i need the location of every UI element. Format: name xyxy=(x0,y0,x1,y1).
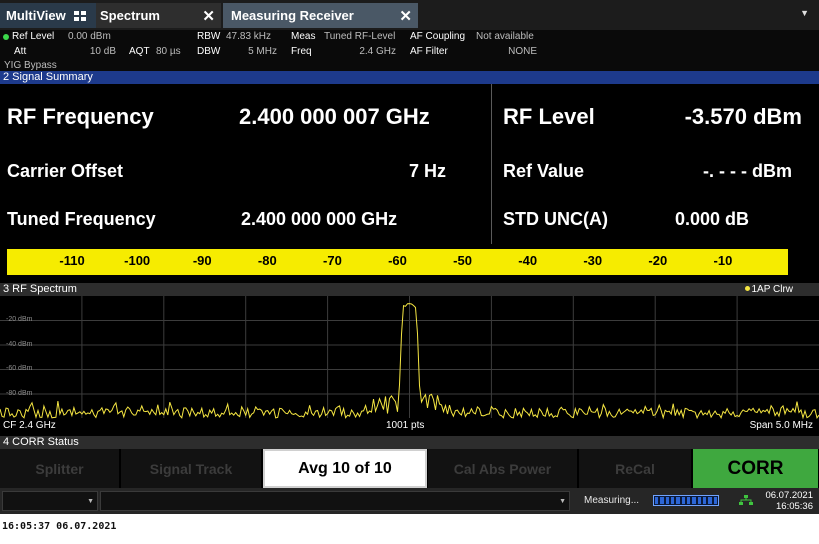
status-time: 16:05:36 xyxy=(776,501,813,512)
sweep-points-label: 1001 pts xyxy=(386,420,425,431)
rf-level-label: RF Level xyxy=(503,104,595,129)
network-icon[interactable] xyxy=(739,495,753,506)
y-tick-label: -20 dBm xyxy=(6,316,33,323)
level-bar: -110 -100 -90 -80 -70 -60 -50 -40 -30 -20 -10 xyxy=(5,247,814,277)
dbw-value: 5 MHz xyxy=(248,46,277,57)
level-bar-tick: -60 xyxy=(388,253,407,268)
carrier-offset-value: 7 Hz xyxy=(408,161,446,181)
level-bar-tick: -30 xyxy=(583,253,603,268)
trace-legend-label: 1AP Clrw xyxy=(751,284,794,295)
af-filter-value: NONE xyxy=(508,46,537,57)
y-tick-label: -80 dBm xyxy=(6,390,33,397)
tab-spectrum[interactable]: Spectrum ✕ xyxy=(96,3,221,28)
rf-frequency-label: RF Frequency xyxy=(7,104,154,129)
close-icon[interactable]: ✕ xyxy=(399,7,412,25)
measuring-status: Measuring... xyxy=(584,495,640,506)
rf-spectrum-window[interactable]: -20 dBm -40 dBm -60 dBm -80 dBm CF 2.4 G… xyxy=(0,296,819,436)
rf-frequency-value: 2.400 000 007 GHz xyxy=(239,104,430,129)
y-tick-label: -60 dBm xyxy=(6,365,33,372)
status-bar: ▼ ▼ Measuring... 06.07.2021 16:05:36 xyxy=(0,488,819,514)
dbw-label: DBW xyxy=(197,46,221,57)
recal-button[interactable]: ReCal xyxy=(579,449,692,488)
carrier-offset-label: Carrier Offset xyxy=(7,161,124,181)
af-coupling-value: Not available xyxy=(476,31,534,42)
rbw-value: 47.83 kHz xyxy=(226,31,272,42)
close-icon[interactable]: ✕ xyxy=(202,7,215,25)
rbw-label: RBW xyxy=(197,31,221,42)
aqt-value: 80 µs xyxy=(156,46,181,57)
corr-status-window: Splitter Signal Track Avg 10 of 10 Cal A… xyxy=(0,449,819,488)
signal-summary-window[interactable]: RF Frequency 2.400 000 007 GHz RF Level … xyxy=(0,84,819,283)
multiview-grid-icon xyxy=(73,10,86,21)
freq-value: 2.4 GHz xyxy=(359,46,396,57)
y-tick-label: -40 dBm xyxy=(6,341,33,348)
trace-dot-icon xyxy=(744,286,750,291)
att-label: Att xyxy=(14,46,27,57)
tab-measuring-receiver[interactable]: Measuring Receiver ✕ xyxy=(223,3,418,28)
freq-label: Freq xyxy=(291,46,312,57)
level-bar-tick: -110 xyxy=(59,253,85,268)
rf-level-value: -3.570 dBm xyxy=(684,104,802,129)
std-unc-value: 0.000 dB xyxy=(675,209,750,229)
ref-level-indicator-icon xyxy=(3,34,9,40)
tab-measuring-receiver-label: Measuring Receiver xyxy=(231,8,354,23)
measurement-progress-bar xyxy=(653,495,719,506)
tuned-frequency-value: 2.400 000 000 GHz xyxy=(241,209,398,229)
level-bar-end xyxy=(788,249,812,275)
level-bar-tick: -90 xyxy=(192,253,212,268)
tab-spectrum-label: Spectrum xyxy=(100,8,160,23)
ref-value-value: -. - - - dBm xyxy=(703,161,792,181)
aqt-label: AQT xyxy=(129,46,150,57)
status-dropdown-left[interactable]: ▼ xyxy=(2,491,98,511)
level-bar-tick: -20 xyxy=(648,253,668,268)
cal-abs-power-button[interactable]: Cal Abs Power xyxy=(428,449,578,488)
meas-value: Tuned RF-Level xyxy=(324,31,396,42)
att-value: 10 dB xyxy=(89,46,116,57)
signal-summary-title[interactable]: 2 Signal Summary xyxy=(0,71,819,84)
std-unc-label: STD UNC(A) xyxy=(503,209,608,229)
tuned-frequency-label: Tuned Frequency xyxy=(7,209,156,229)
level-bar-tick: -40 xyxy=(518,253,538,268)
status-datetime: 06.07.2021 16:05:36 xyxy=(765,490,813,512)
corr-button[interactable]: CORR xyxy=(693,449,819,488)
rf-spectrum-title-text: 3 RF Spectrum xyxy=(3,283,77,295)
af-filter-label: AF Filter xyxy=(410,46,448,57)
tab-bar: MultiView Spectrum ✕ Measuring Receiver … xyxy=(0,0,819,30)
trace-legend: 1AP Clrw xyxy=(744,283,794,296)
chevron-down-icon: ▼ xyxy=(87,498,94,505)
level-bar-tick: -10 xyxy=(713,253,733,268)
status-dropdown-main[interactable]: ▼ xyxy=(100,491,570,511)
summary-divider xyxy=(491,84,492,244)
meas-label: Meas xyxy=(291,31,316,42)
corr-status-title[interactable]: 4 CORR Status xyxy=(0,436,819,449)
level-bar-tick: -80 xyxy=(257,253,277,268)
yig-bypass-label: YIG Bypass xyxy=(4,60,57,71)
ref-value-label: Ref Value xyxy=(503,161,585,181)
ref-level-label: Ref Level xyxy=(12,31,55,42)
footer-timestamp: 16:05:37 06.07.2021 xyxy=(2,521,117,532)
splitter-button[interactable]: Splitter xyxy=(0,449,120,488)
settings-panel[interactable]: Ref Level 0.00 dBm Att 10 dB AQT 80 µs R… xyxy=(0,30,819,71)
tab-multiview-label: MultiView xyxy=(6,8,66,23)
center-frequency-label: CF 2.4 GHz xyxy=(3,420,56,431)
chevron-down-icon: ▼ xyxy=(559,498,566,505)
ref-level-value: 0.00 dBm xyxy=(68,31,111,42)
rf-spectrum-title[interactable]: 3 RF Spectrum 1AP Clrw xyxy=(0,283,819,296)
average-count-button[interactable]: Avg 10 of 10 xyxy=(263,449,427,488)
chevron-down-icon[interactable]: ▼ xyxy=(800,8,809,18)
af-coupling-label: AF Coupling xyxy=(410,31,466,42)
level-bar-tick: -100 xyxy=(124,253,151,268)
tab-multiview[interactable]: MultiView xyxy=(0,3,96,28)
level-bar-tick: -50 xyxy=(453,253,472,268)
span-label: Span 5.0 MHz xyxy=(749,420,813,431)
level-bar-tick: -70 xyxy=(323,253,342,268)
signal-track-button[interactable]: Signal Track xyxy=(121,449,262,488)
spectrum-plot xyxy=(0,296,819,420)
status-date: 06.07.2021 xyxy=(765,490,813,501)
